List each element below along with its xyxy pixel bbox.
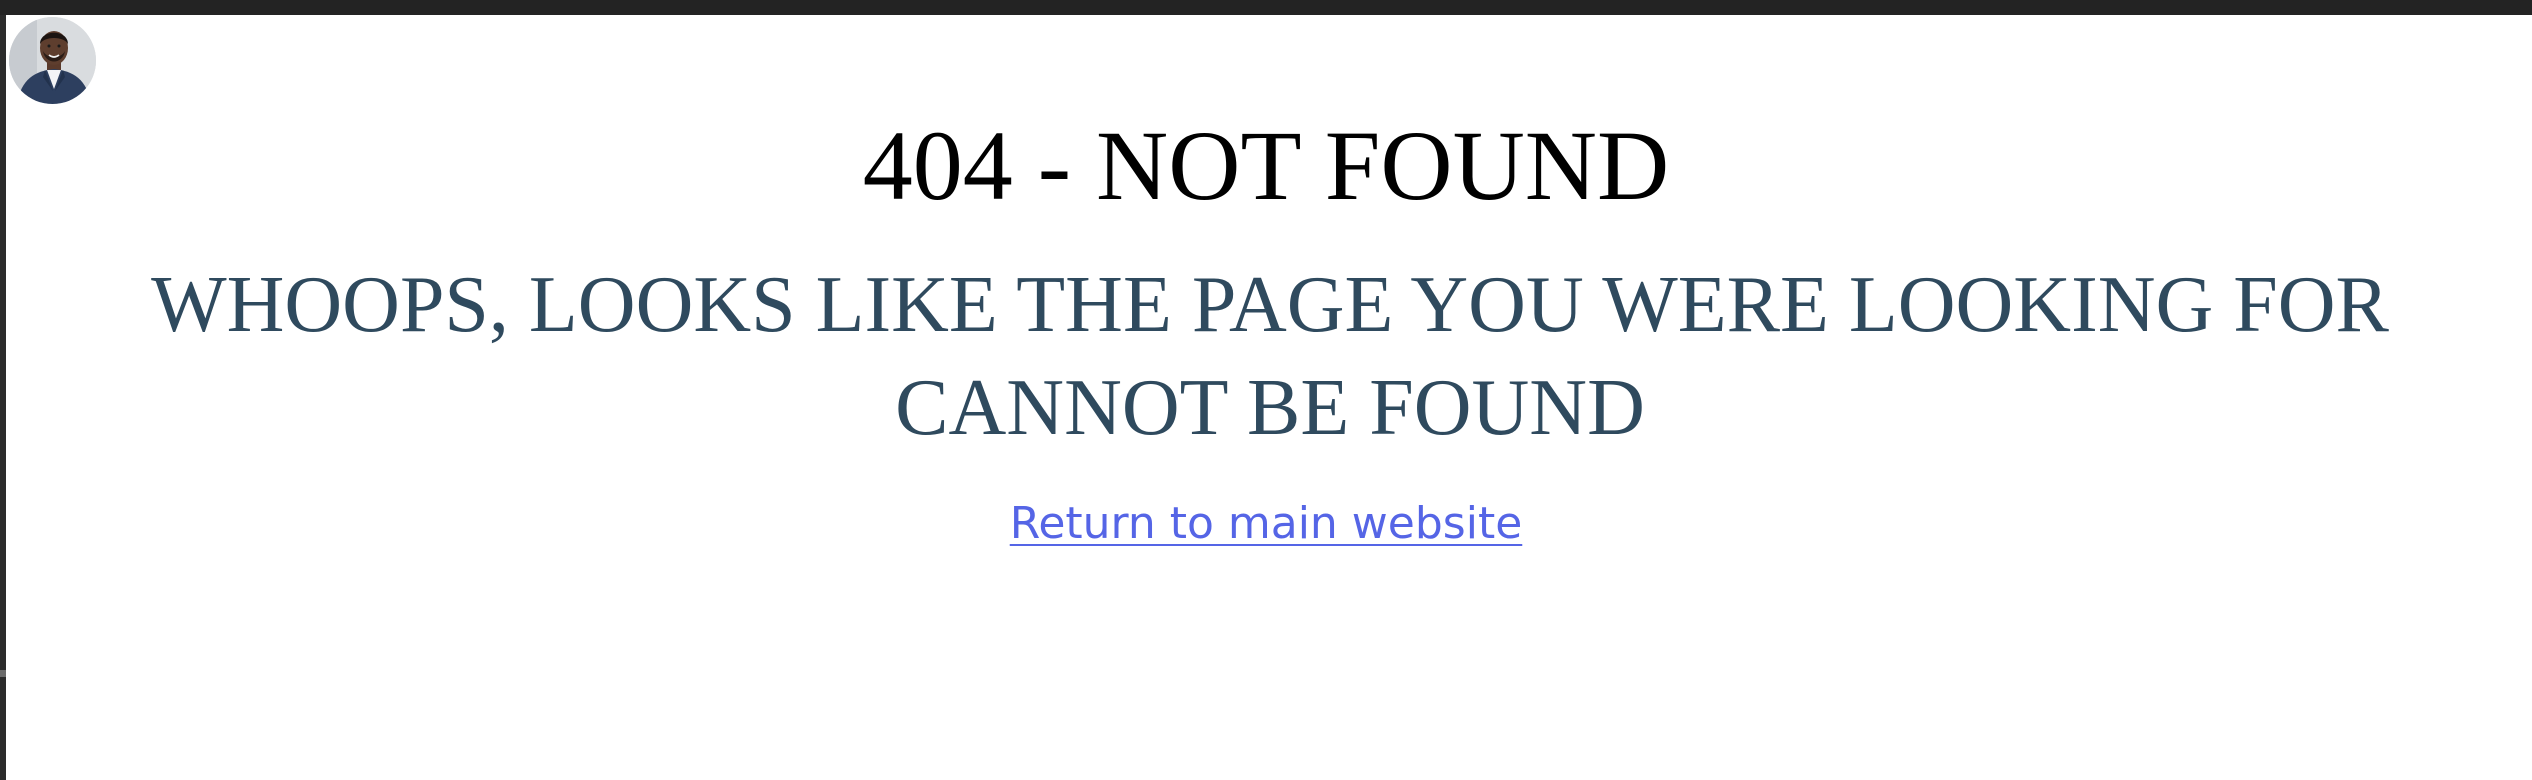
error-message: WHOOPS, LOOKS LIKE THE PAGE YOU WERE LOO… — [151, 261, 2389, 452]
avatar[interactable] — [9, 17, 96, 104]
return-to-main-website-link[interactable]: Return to main website — [1010, 498, 1523, 549]
page-title: 404 - NOT FOUND — [862, 110, 1670, 221]
window-edge-marker — [0, 670, 6, 677]
browser-top-bar — [0, 0, 2532, 15]
return-link-container: Return to main website — [0, 494, 2532, 554]
avatar-icon — [9, 17, 96, 104]
